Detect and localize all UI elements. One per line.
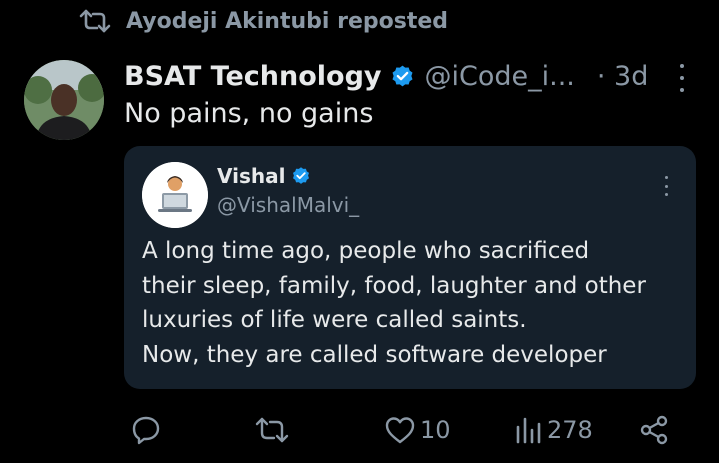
quoted-verified-badge-icon bbox=[291, 166, 311, 186]
post-header: BSAT Technology @iCode_i... · 3d bbox=[124, 56, 695, 96]
action-bar: 10 278 bbox=[0, 407, 719, 453]
quoted-text-line: luxuries of life were called saints. bbox=[142, 307, 527, 333]
reply-button[interactable] bbox=[130, 407, 162, 453]
like-count: 10 bbox=[420, 416, 451, 444]
share-icon bbox=[638, 414, 670, 446]
post-text: No pains, no gains bbox=[124, 98, 374, 129]
verified-badge-icon bbox=[390, 64, 415, 89]
repost-text: Ayodeji Akintubi reposted bbox=[126, 8, 449, 34]
post-more-options-icon[interactable] bbox=[677, 64, 687, 92]
quoted-author-name-row: Vishal bbox=[217, 164, 311, 188]
share-button[interactable] bbox=[638, 407, 670, 453]
repost-action-icon bbox=[254, 415, 290, 445]
views-button[interactable]: 278 bbox=[513, 407, 593, 453]
quoted-more-options-icon[interactable] bbox=[662, 176, 670, 196]
author-name[interactable]: BSAT Technology bbox=[124, 61, 382, 92]
repost-icon bbox=[78, 9, 112, 33]
views-bar-chart-icon bbox=[513, 415, 543, 445]
quoted-text-line: their sleep, family, food, laughter and … bbox=[142, 272, 646, 299]
quoted-post-card[interactable]: Vishal @VishalMalvi_ A long time ago, pe… bbox=[124, 146, 696, 389]
post-timestamp[interactable]: · 3d bbox=[597, 61, 648, 92]
repost-indicator[interactable]: Ayodeji Akintubi reposted bbox=[78, 6, 448, 36]
heart-icon bbox=[384, 415, 416, 445]
views-count: 278 bbox=[547, 416, 593, 444]
author-handle[interactable]: @iCode_i... bbox=[425, 61, 575, 92]
reply-icon bbox=[130, 414, 162, 446]
repost-button[interactable] bbox=[254, 407, 290, 453]
quoted-text-line: Now, they are called software developer bbox=[142, 341, 607, 368]
quoted-text-line: A long time ago, people who sacrificed bbox=[142, 238, 590, 264]
like-button[interactable]: 10 bbox=[384, 407, 451, 453]
quoted-post-text: A long time ago, people who sacrificed t… bbox=[142, 234, 682, 372]
author-avatar[interactable] bbox=[24, 60, 104, 140]
quoted-author-name[interactable]: Vishal bbox=[217, 164, 285, 188]
quoted-author-avatar[interactable] bbox=[142, 162, 208, 228]
quoted-author-handle[interactable]: @VishalMalvi_ bbox=[217, 193, 359, 217]
